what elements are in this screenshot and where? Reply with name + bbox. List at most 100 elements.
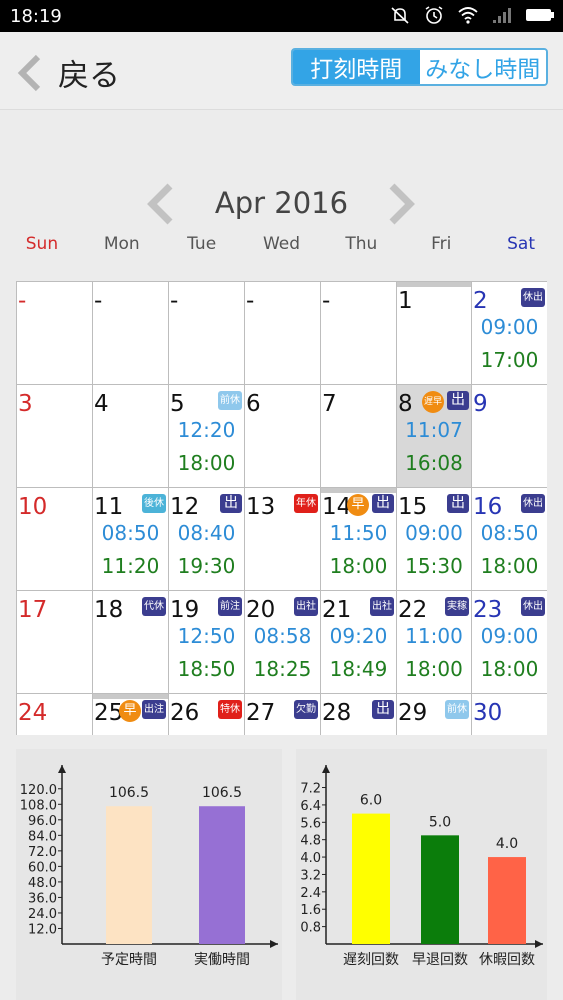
day-number: -: [246, 288, 255, 314]
day-cell[interactable]: 15 出 09:00 15:30: [397, 488, 472, 591]
day-cell[interactable]: 22 実稼 11:00 18:00: [397, 591, 472, 694]
header: 戻る 打刻時間 みなし時間: [0, 32, 563, 110]
day-number: 9: [473, 391, 488, 417]
day-cell[interactable]: 12 出 08:40 19:30: [169, 488, 245, 591]
day-number: 2: [473, 288, 488, 314]
clock-out-time: 15:30: [405, 554, 463, 578]
status-badge: 出: [220, 494, 242, 513]
status-badge: 年休: [294, 494, 318, 513]
tab-deemed-time[interactable]: みなし時間: [419, 50, 546, 84]
day-cell[interactable]: -: [321, 282, 397, 385]
status-badge: 前休: [218, 391, 242, 410]
x-axis-arrow: [270, 940, 278, 948]
clock-out-time: 18:49: [329, 657, 388, 681]
day-number: 12: [170, 494, 200, 520]
status-badge: 前休: [445, 700, 469, 719]
day-cell[interactable]: 9: [472, 385, 547, 488]
y-tick-label: 24.0: [28, 907, 57, 922]
x-axis-arrow: [535, 940, 543, 948]
bar: [106, 806, 152, 944]
y-tick-label: 120.0: [20, 783, 57, 798]
day-number: 3: [18, 391, 33, 417]
day-cell[interactable]: 23 休出 09:00 18:00: [472, 591, 547, 694]
day-cell[interactable]: 10: [17, 488, 93, 591]
y-tick-label: 2.4: [300, 886, 321, 901]
day-cell[interactable]: 2 休出 09:00 17:00: [472, 282, 547, 385]
clock-in-time: 09:00: [480, 315, 539, 339]
clock-out-time: 18:00: [405, 657, 463, 681]
status-badge: 出: [372, 494, 394, 513]
month-navigator: Apr 2016: [0, 180, 563, 230]
day-number: -: [18, 288, 27, 314]
weekday-sat: Sat: [507, 234, 536, 254]
clock-in-time: 09:20: [329, 624, 388, 648]
tab-clock-time[interactable]: 打刻時間: [293, 50, 420, 84]
day-cell[interactable]: 7: [321, 385, 397, 488]
day-cell[interactable]: -: [17, 282, 93, 385]
day-cell[interactable]: 21 出社 09:20 18:49: [321, 591, 397, 694]
y-tick-label: 1.6: [300, 903, 321, 918]
day-cell[interactable]: 3: [17, 385, 93, 488]
status-badge: 出注: [142, 700, 166, 719]
clock-out-time: 19:30: [177, 554, 236, 578]
day-cell[interactable]: 28 出: [321, 694, 397, 735]
y-tick-label: 48.0: [28, 876, 57, 891]
bar-value-label: 4.0: [496, 836, 518, 852]
clock-out-time: 17:00: [480, 348, 539, 372]
hours-chart: 12.0 24.0 36.0 48.0 60.0 72.0 84.0 96.0 108.0 120…: [16, 749, 282, 1000]
day-number: 26: [170, 700, 200, 726]
y-tick-label: 108.0: [20, 798, 57, 813]
day-cell[interactable]: 6: [245, 385, 321, 488]
day-cell[interactable]: -: [169, 282, 245, 385]
signal-icon: [493, 8, 511, 23]
day-number: 24: [18, 700, 48, 726]
day-number: 6: [246, 391, 261, 417]
clock-in-time: 09:00: [405, 521, 463, 545]
status-badge: 欠勤: [294, 700, 318, 719]
day-cell[interactable]: -: [93, 282, 169, 385]
day-cell[interactable]: 13 年休: [245, 488, 321, 591]
clock-out-time: 18:50: [177, 657, 236, 681]
day-cell[interactable]: 17: [17, 591, 93, 694]
day-cell[interactable]: 8 出遅早 11:07 16:08: [397, 385, 472, 488]
calendar-grid: - - - - -1 2 休出 09:00 17:00 3 4 5 前休 12:20 18:00 6 7 8 出遅早…: [16, 281, 547, 735]
y-tick-label: 5.6: [300, 816, 321, 831]
day-cell[interactable]: 30: [472, 694, 547, 735]
clock-in-time: 12:20: [177, 418, 236, 442]
day-cell[interactable]: 26 特休: [169, 694, 245, 735]
clock-in-time: 08:50: [480, 521, 539, 545]
day-number: 20: [246, 597, 276, 623]
day-cell[interactable]: 4: [93, 385, 169, 488]
clock-in-time: 11:50: [329, 521, 388, 545]
day-cell[interactable]: 16 休出 08:50 18:00: [472, 488, 547, 591]
alert-circle-badge: 遅早: [422, 391, 444, 413]
day-cell[interactable]: 1: [397, 282, 472, 385]
status-badge: 休出: [521, 494, 545, 513]
day-cell[interactable]: 20 出社 08:58 18:25: [245, 591, 321, 694]
day-cell[interactable]: 27 欠勤: [245, 694, 321, 735]
clock-in-time: 11:07: [405, 418, 463, 442]
next-month-icon[interactable]: [384, 182, 420, 226]
day-cell[interactable]: -: [245, 282, 321, 385]
day-cell[interactable]: 29 前休: [397, 694, 472, 735]
clock-out-time: 11:20: [101, 554, 160, 578]
day-cell[interactable]: 24: [17, 694, 93, 735]
category-label: 早退回数: [412, 952, 468, 968]
day-cell[interactable]: 19 前注 12:50 18:50: [169, 591, 245, 694]
day-cell[interactable]: 18 代休: [93, 591, 169, 694]
y-tick-label: 6.4: [300, 799, 321, 814]
day-cell[interactable]: 25 出注早: [93, 694, 169, 735]
clock-in-time: 11:00: [405, 624, 463, 648]
day-number: 13: [246, 494, 276, 520]
day-cell[interactable]: 5 前休 12:20 18:00: [169, 385, 245, 488]
back-chevron-icon: [17, 54, 41, 91]
counts-chart-svg: 0.8 1.6 2.4 3.2 4.0 4.8 5.6 6.4 7.2 6.0 遅刻回数 5.0 早退回…: [300, 765, 543, 968]
weekday-sun: Sun: [25, 234, 59, 254]
back-button[interactable]: 戻る: [14, 50, 120, 95]
day-number: 19: [170, 597, 200, 623]
day-cell[interactable]: 14 出早 11:50 18:00: [321, 488, 397, 591]
day-cell[interactable]: 11 後休 08:50 11:20: [93, 488, 169, 591]
day-number: 30: [473, 700, 503, 726]
day-number: 16: [473, 494, 503, 520]
clock-in-time: 12:50: [177, 624, 236, 648]
